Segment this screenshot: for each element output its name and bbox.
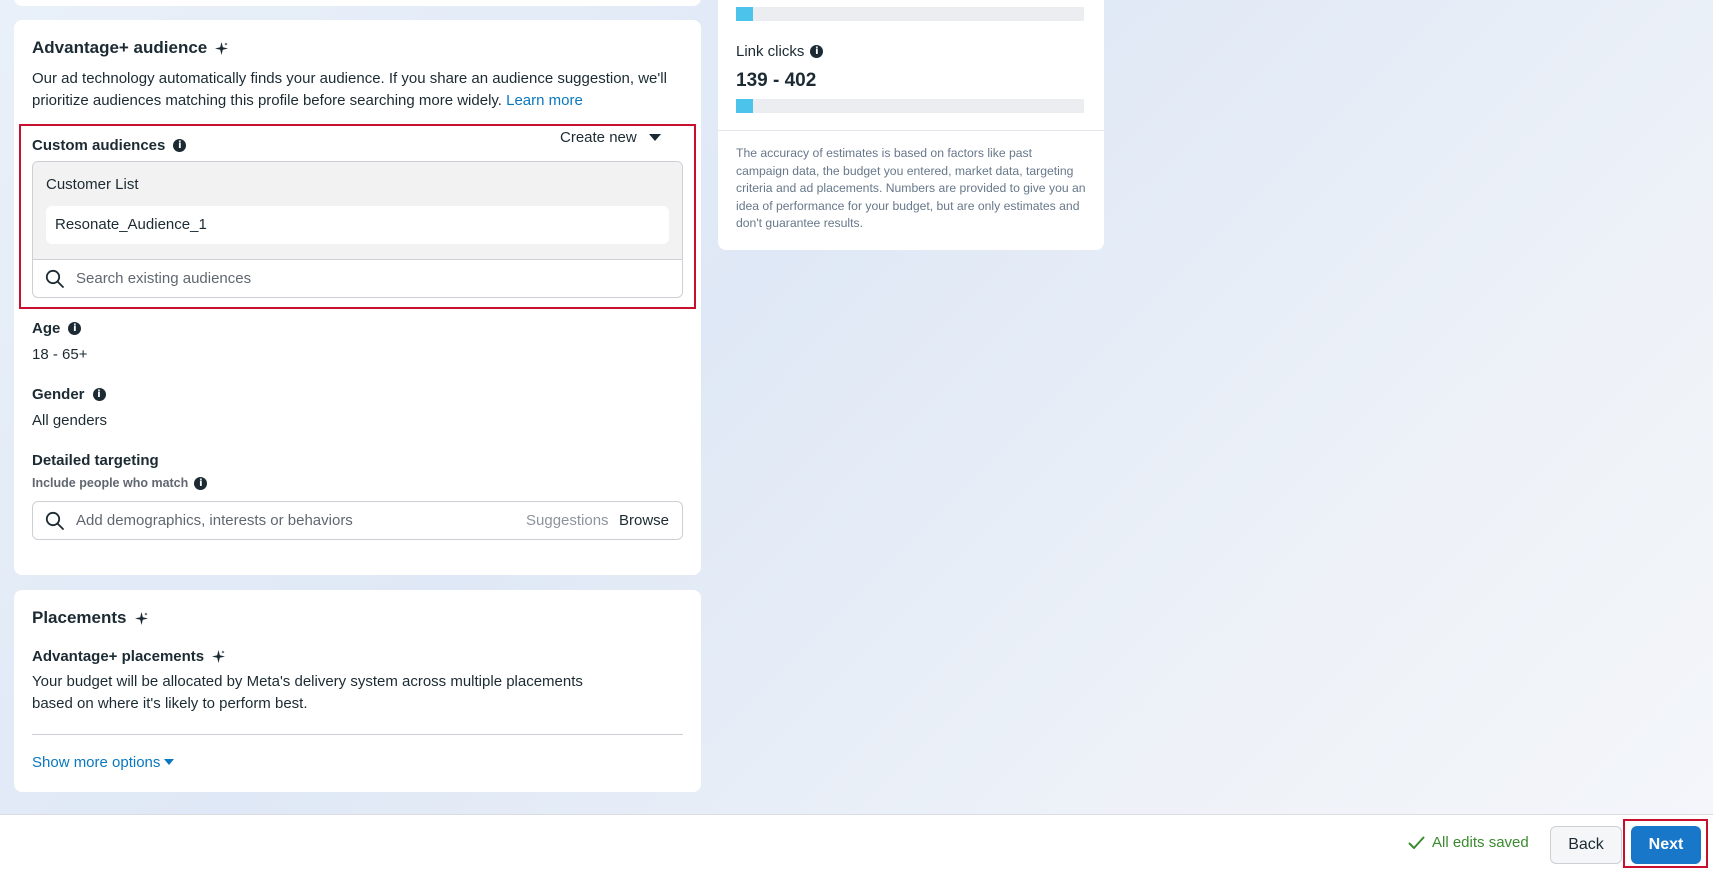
link-clicks-bar-track bbox=[736, 99, 1084, 113]
info-icon[interactable]: i bbox=[68, 322, 82, 335]
back-button-label: Back bbox=[1568, 836, 1604, 853]
advantage-placements-label: Advantage+ placements bbox=[32, 648, 205, 665]
estimates-card: Link clicks i 139 - 402 The accuracy of … bbox=[718, 0, 1104, 250]
estimates-disclaimer: The accuracy of estimates is based on fa… bbox=[736, 146, 1086, 230]
link-clicks-bar-fill bbox=[736, 99, 754, 113]
browse-button[interactable]: Browse bbox=[619, 512, 669, 529]
detailed-targeting-input[interactable]: Add demographics, interests or behaviors… bbox=[32, 501, 683, 540]
back-button[interactable]: Back bbox=[1550, 826, 1622, 864]
detailed-targeting-sublabel: Include people who match bbox=[32, 476, 189, 490]
link-clicks-label-row: Link clicks i bbox=[736, 43, 824, 60]
detailed-targeting-sublabel-row: Include people who match i bbox=[32, 476, 208, 490]
previous-section-card bbox=[14, 0, 701, 6]
info-icon[interactable]: i bbox=[92, 388, 106, 401]
next-button-highlight bbox=[1623, 819, 1708, 868]
show-more-options-link[interactable]: Show more options bbox=[32, 754, 175, 771]
placements-description-line1: Your budget will be allocated by Meta's … bbox=[32, 673, 583, 690]
detailed-targeting-placeholder: Add demographics, interests or behaviors bbox=[76, 512, 353, 529]
info-icon[interactable]: i bbox=[810, 45, 824, 58]
audience-title: Advantage+ audience bbox=[32, 38, 208, 57]
gender-label: Gender bbox=[32, 386, 85, 403]
check-icon bbox=[1408, 836, 1425, 849]
audience-title-row: Advantage+ audience bbox=[32, 38, 229, 58]
sparkle-icon bbox=[212, 650, 226, 663]
placements-description: Your budget will be allocated by Meta's … bbox=[32, 671, 672, 715]
placements-description-line2: based on where it's likely to perform be… bbox=[32, 695, 308, 712]
age-label-row: Age i bbox=[32, 320, 82, 337]
caret-down-icon bbox=[164, 759, 175, 765]
sparkle-icon bbox=[134, 611, 148, 625]
custom-audiences-highlight bbox=[19, 124, 696, 309]
estimate-bar-track bbox=[736, 7, 1084, 21]
age-label: Age bbox=[32, 320, 61, 337]
placements-card: Placements Advantage+ placements Your bu… bbox=[14, 590, 701, 792]
estimates-divider bbox=[718, 130, 1104, 131]
estimate-bar-fill bbox=[736, 7, 754, 21]
info-icon[interactable]: i bbox=[194, 476, 208, 490]
placements-divider bbox=[32, 734, 683, 735]
advantage-placements-row: Advantage+ placements bbox=[32, 648, 226, 665]
detailed-targeting-label: Detailed targeting bbox=[32, 452, 159, 469]
link-clicks-label: Link clicks bbox=[736, 43, 805, 60]
gender-label-row: Gender i bbox=[32, 386, 106, 403]
sparkle-icon bbox=[215, 41, 229, 55]
placements-title: Placements bbox=[32, 608, 127, 627]
saved-status-label: All edits saved bbox=[1432, 834, 1529, 851]
link-clicks-value: 139 - 402 bbox=[736, 70, 817, 91]
placements-title-row: Placements bbox=[32, 608, 148, 628]
saved-status: All edits saved bbox=[1408, 834, 1529, 851]
suggestions-button[interactable]: Suggestions bbox=[526, 512, 609, 529]
footer-bar: All edits saved Back Next bbox=[0, 814, 1713, 873]
show-more-options-label: Show more options bbox=[32, 754, 161, 771]
age-value[interactable]: 18 - 65+ bbox=[32, 346, 87, 363]
search-icon bbox=[45, 511, 64, 530]
gender-value[interactable]: All genders bbox=[32, 412, 107, 429]
audience-description: Our ad technology automatically finds yo… bbox=[32, 68, 692, 112]
learn-more-link[interactable]: Learn more bbox=[506, 92, 583, 109]
